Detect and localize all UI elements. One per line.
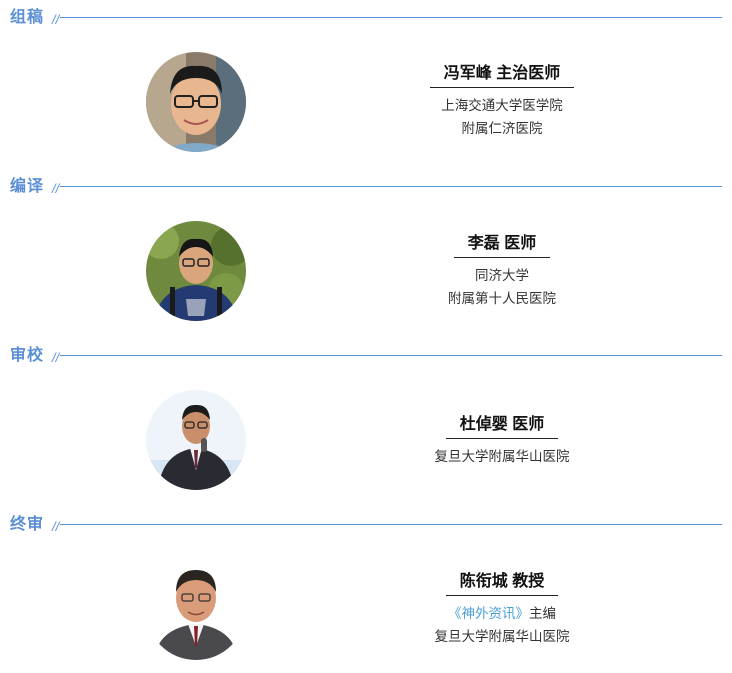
person-name: 杜倬婴 医师: [445, 415, 559, 439]
affiliation-line: 复旦大学附属华山医院: [434, 629, 570, 644]
divider-line: [60, 355, 722, 356]
double-slash-icon: //: [52, 12, 60, 27]
avatar: [146, 52, 246, 152]
person-info: 陈衔城 教授 《神外资讯》主编 复旦大学附属华山医院: [402, 572, 602, 648]
section-header: 组稿 //: [10, 8, 722, 30]
person-name: 冯军峰 主治医师: [429, 64, 575, 88]
divider-line: [60, 17, 722, 18]
person-info: 冯军峰 主治医师 上海交通大学医学院 附属仁济医院: [402, 64, 602, 140]
person-info: 李磊 医师 同济大学 附属第十人民医院: [402, 234, 602, 310]
section-header: 编译 //: [10, 177, 722, 199]
double-slash-icon: //: [52, 350, 60, 365]
person-info: 杜倬婴 医师 复旦大学附属华山医院: [402, 415, 602, 468]
divider-line: [60, 524, 722, 525]
affiliation-line: 附属第十人民医院: [448, 291, 556, 306]
affiliation-line: 附属仁济医院: [461, 121, 543, 136]
journal-role: 主编: [529, 606, 556, 621]
avatar: [146, 390, 246, 490]
section-header: 终审 //: [10, 515, 722, 537]
section-title: 审校: [10, 347, 45, 364]
double-slash-icon: //: [52, 519, 60, 534]
section-title: 编译: [10, 178, 45, 195]
person-name: 陈衔城 教授: [445, 572, 559, 596]
section-title: 终审: [10, 516, 45, 533]
divider-line: [60, 186, 722, 187]
section-header: 审校 //: [10, 346, 722, 368]
person-name: 李磊 医师: [453, 234, 551, 258]
affiliation-line: 同济大学: [475, 268, 529, 283]
avatar: [146, 560, 246, 660]
affiliation-line: 上海交通大学医学院: [441, 98, 563, 113]
journal-title: 《神外资讯》: [448, 606, 529, 621]
section-title: 组稿: [10, 9, 45, 26]
double-slash-icon: //: [52, 181, 60, 196]
editor-role-line: 《神外资讯》主编: [402, 602, 602, 625]
avatar: [146, 221, 246, 321]
affiliation-line: 复旦大学附属华山医院: [434, 449, 570, 464]
